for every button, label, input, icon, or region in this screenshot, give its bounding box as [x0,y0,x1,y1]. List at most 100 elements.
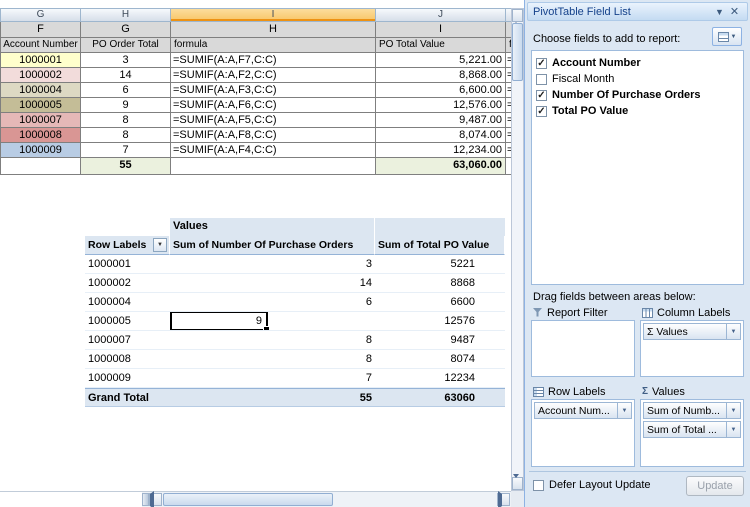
pivot-orders-cell[interactable]: 8 [170,350,375,369]
cell-account-number[interactable]: 1000008 [1,128,81,143]
cell-po-order-total[interactable]: 7 [81,143,171,158]
chevron-down-icon[interactable]: ▼ [727,329,740,335]
pivot-value-cell[interactable]: 12576 [375,312,505,331]
cell-formula[interactable]: =SUMIF(A:A,F5,C:C) [171,113,376,128]
sheet-cell-letter[interactable]: F [1,22,81,38]
checkbox-checked[interactable]: ✓ [536,89,547,101]
cell-po-order-total[interactable]: 8 [81,113,171,128]
checkbox-checked[interactable]: ✓ [536,57,547,69]
cell-po-order-total[interactable]: 8 [81,128,171,143]
row-labels-area[interactable]: Account Num... ▼ [531,399,635,467]
cell-account-number[interactable]: 1000007 [1,113,81,128]
pivot-header-orders[interactable]: Sum of Number Of Purchase Orders [170,236,375,255]
cell-po-total-value[interactable]: 8,074.00 [376,128,506,143]
cell-formula[interactable]: =SUMIF(A:A,F6,C:C) [171,98,376,113]
cell-po-order-total[interactable]: 9 [81,98,171,113]
field-item-total-po-value[interactable]: ✓ Total PO Value [532,103,743,119]
cell-po-total-value[interactable]: 5,221.00 [376,53,506,68]
cell-empty[interactable] [1,158,81,175]
cell-po-total-value[interactable]: 9,487.00 [376,113,506,128]
row-labels-filter-button[interactable]: ▼ [153,238,167,252]
cell-formula[interactable]: =SUMIF(A:A,F3,C:C) [171,83,376,98]
field-button-sum-of-total[interactable]: Sum of Total ... ▼ [643,421,741,438]
cell-orders-total[interactable]: 55 [81,158,171,175]
cell-account-number[interactable]: 1000005 [1,98,81,113]
cell-account-number[interactable]: 1000009 [1,143,81,158]
sheet-cell-letter[interactable]: G [81,22,171,38]
cell-po-order-total[interactable]: 3 [81,53,171,68]
values-area[interactable]: Sum of Numb... ▼ Sum of Total ... ▼ [640,399,744,467]
field-button-sigma-values[interactable]: Σ Values ▼ [643,323,741,340]
cell-formula[interactable]: =SUMIF(A:A,F4,C:C) [171,143,376,158]
header-account-number[interactable]: Account Number [1,38,81,53]
cell-value-total[interactable]: 63,060.00 [376,158,506,175]
pivot-header-value[interactable]: Sum of Total PO Value [375,236,505,255]
col-header-h[interactable]: H [81,8,171,22]
cell-po-total-value[interactable]: 12,576.00 [376,98,506,113]
sheet-cell-letter[interactable]: I [376,22,506,38]
cell-po-total-value[interactable]: 12,234.00 [376,143,506,158]
pivot-value-cell[interactable]: 5221 [375,255,505,274]
panel-titlebar[interactable]: PivotTable Field List ▼ ✕ [527,2,748,21]
cell-account-number[interactable]: 1000001 [1,53,81,68]
horizontal-scrollbar[interactable] [0,491,511,507]
pivot-row-label[interactable]: 1000002 [85,274,170,293]
col-header-g[interactable]: G [1,8,81,22]
column-labels-area[interactable]: Σ Values ▼ [640,320,744,377]
pivot-value-cell[interactable]: 9487 [375,331,505,350]
field-button-account-number[interactable]: Account Num... ▼ [534,402,632,419]
update-button[interactable]: Update [686,476,744,496]
grand-total-label[interactable]: Grand Total [85,388,170,407]
pivot-orders-cell[interactable]: 7 [170,369,375,388]
field-item-fiscal-month[interactable]: Fiscal Month [532,71,743,87]
chevron-down-icon[interactable]: ▼ [727,408,740,414]
pivot-row-label[interactable]: 1000004 [85,293,170,312]
panel-close-icon[interactable]: ✕ [727,5,742,18]
pivot-value-cell[interactable]: 8074 [375,350,505,369]
scroll-up-button[interactable] [512,9,523,26]
pivot-orders-cell[interactable]: 9 [170,312,375,331]
cell-formula[interactable]: =SUMIF(A:A,F8,C:C) [171,128,376,143]
checkbox-checked[interactable]: ✓ [536,105,547,117]
grand-total-value[interactable]: 63060 [375,388,505,407]
cell-account-number[interactable]: 1000004 [1,83,81,98]
report-filter-area[interactable] [531,320,635,377]
scroll-left-button[interactable] [149,491,162,507]
pivot-value-cell[interactable]: 8868 [375,274,505,293]
chevron-down-icon[interactable]: ▼ [727,427,740,433]
pivot-values-band-cell[interactable] [375,218,505,236]
pivot-orders-cell[interactable]: 14 [170,274,375,293]
pivot-row-label[interactable]: 1000001 [85,255,170,274]
field-item-number-of-purchase-orders[interactable]: ✓ Number Of Purchase Orders [532,87,743,103]
pivot-row-label[interactable]: 1000005 [85,312,170,331]
pivot-orders-cell[interactable]: 6 [170,293,375,312]
field-button-sum-of-number[interactable]: Sum of Numb... ▼ [643,402,741,419]
pivot-values-label[interactable]: Values [170,218,375,236]
field-list-layout-button[interactable]: ▼ [712,27,742,46]
cell-po-total-value[interactable]: 8,868.00 [376,68,506,83]
tab-split-handle[interactable] [142,493,149,506]
pivot-value-cell[interactable]: 6600 [375,293,505,312]
header-formula[interactable]: formula [171,38,376,53]
pivot-value-cell[interactable]: 12234 [375,369,505,388]
pivot-row-label[interactable]: 1000007 [85,331,170,350]
sheet-cell-letter[interactable]: H [171,22,376,38]
col-header-j[interactable]: J [376,8,506,22]
pivot-orders-cell[interactable]: 3 [170,255,375,274]
pivot-row-label[interactable]: 1000008 [85,350,170,369]
vertical-scroll-thumb[interactable] [512,23,523,81]
defer-layout-update[interactable]: Defer Layout Update [533,479,651,491]
header-po-order-total[interactable]: PO Order Total [81,38,171,53]
vertical-scrollbar[interactable] [511,8,524,491]
panel-menu-icon[interactable]: ▼ [712,7,727,17]
defer-checkbox[interactable] [533,479,544,491]
chevron-down-icon[interactable]: ▼ [618,408,631,414]
cell-account-number[interactable]: 1000002 [1,68,81,83]
cell-empty[interactable] [171,158,376,175]
checkbox-unchecked[interactable] [536,73,547,85]
pivot-orders-cell[interactable]: 8 [170,331,375,350]
header-po-total-value[interactable]: PO Total Value [376,38,506,53]
cell-po-order-total[interactable]: 14 [81,68,171,83]
field-item-account-number[interactable]: ✓ Account Number [532,55,743,71]
cell-po-total-value[interactable]: 6,600.00 [376,83,506,98]
